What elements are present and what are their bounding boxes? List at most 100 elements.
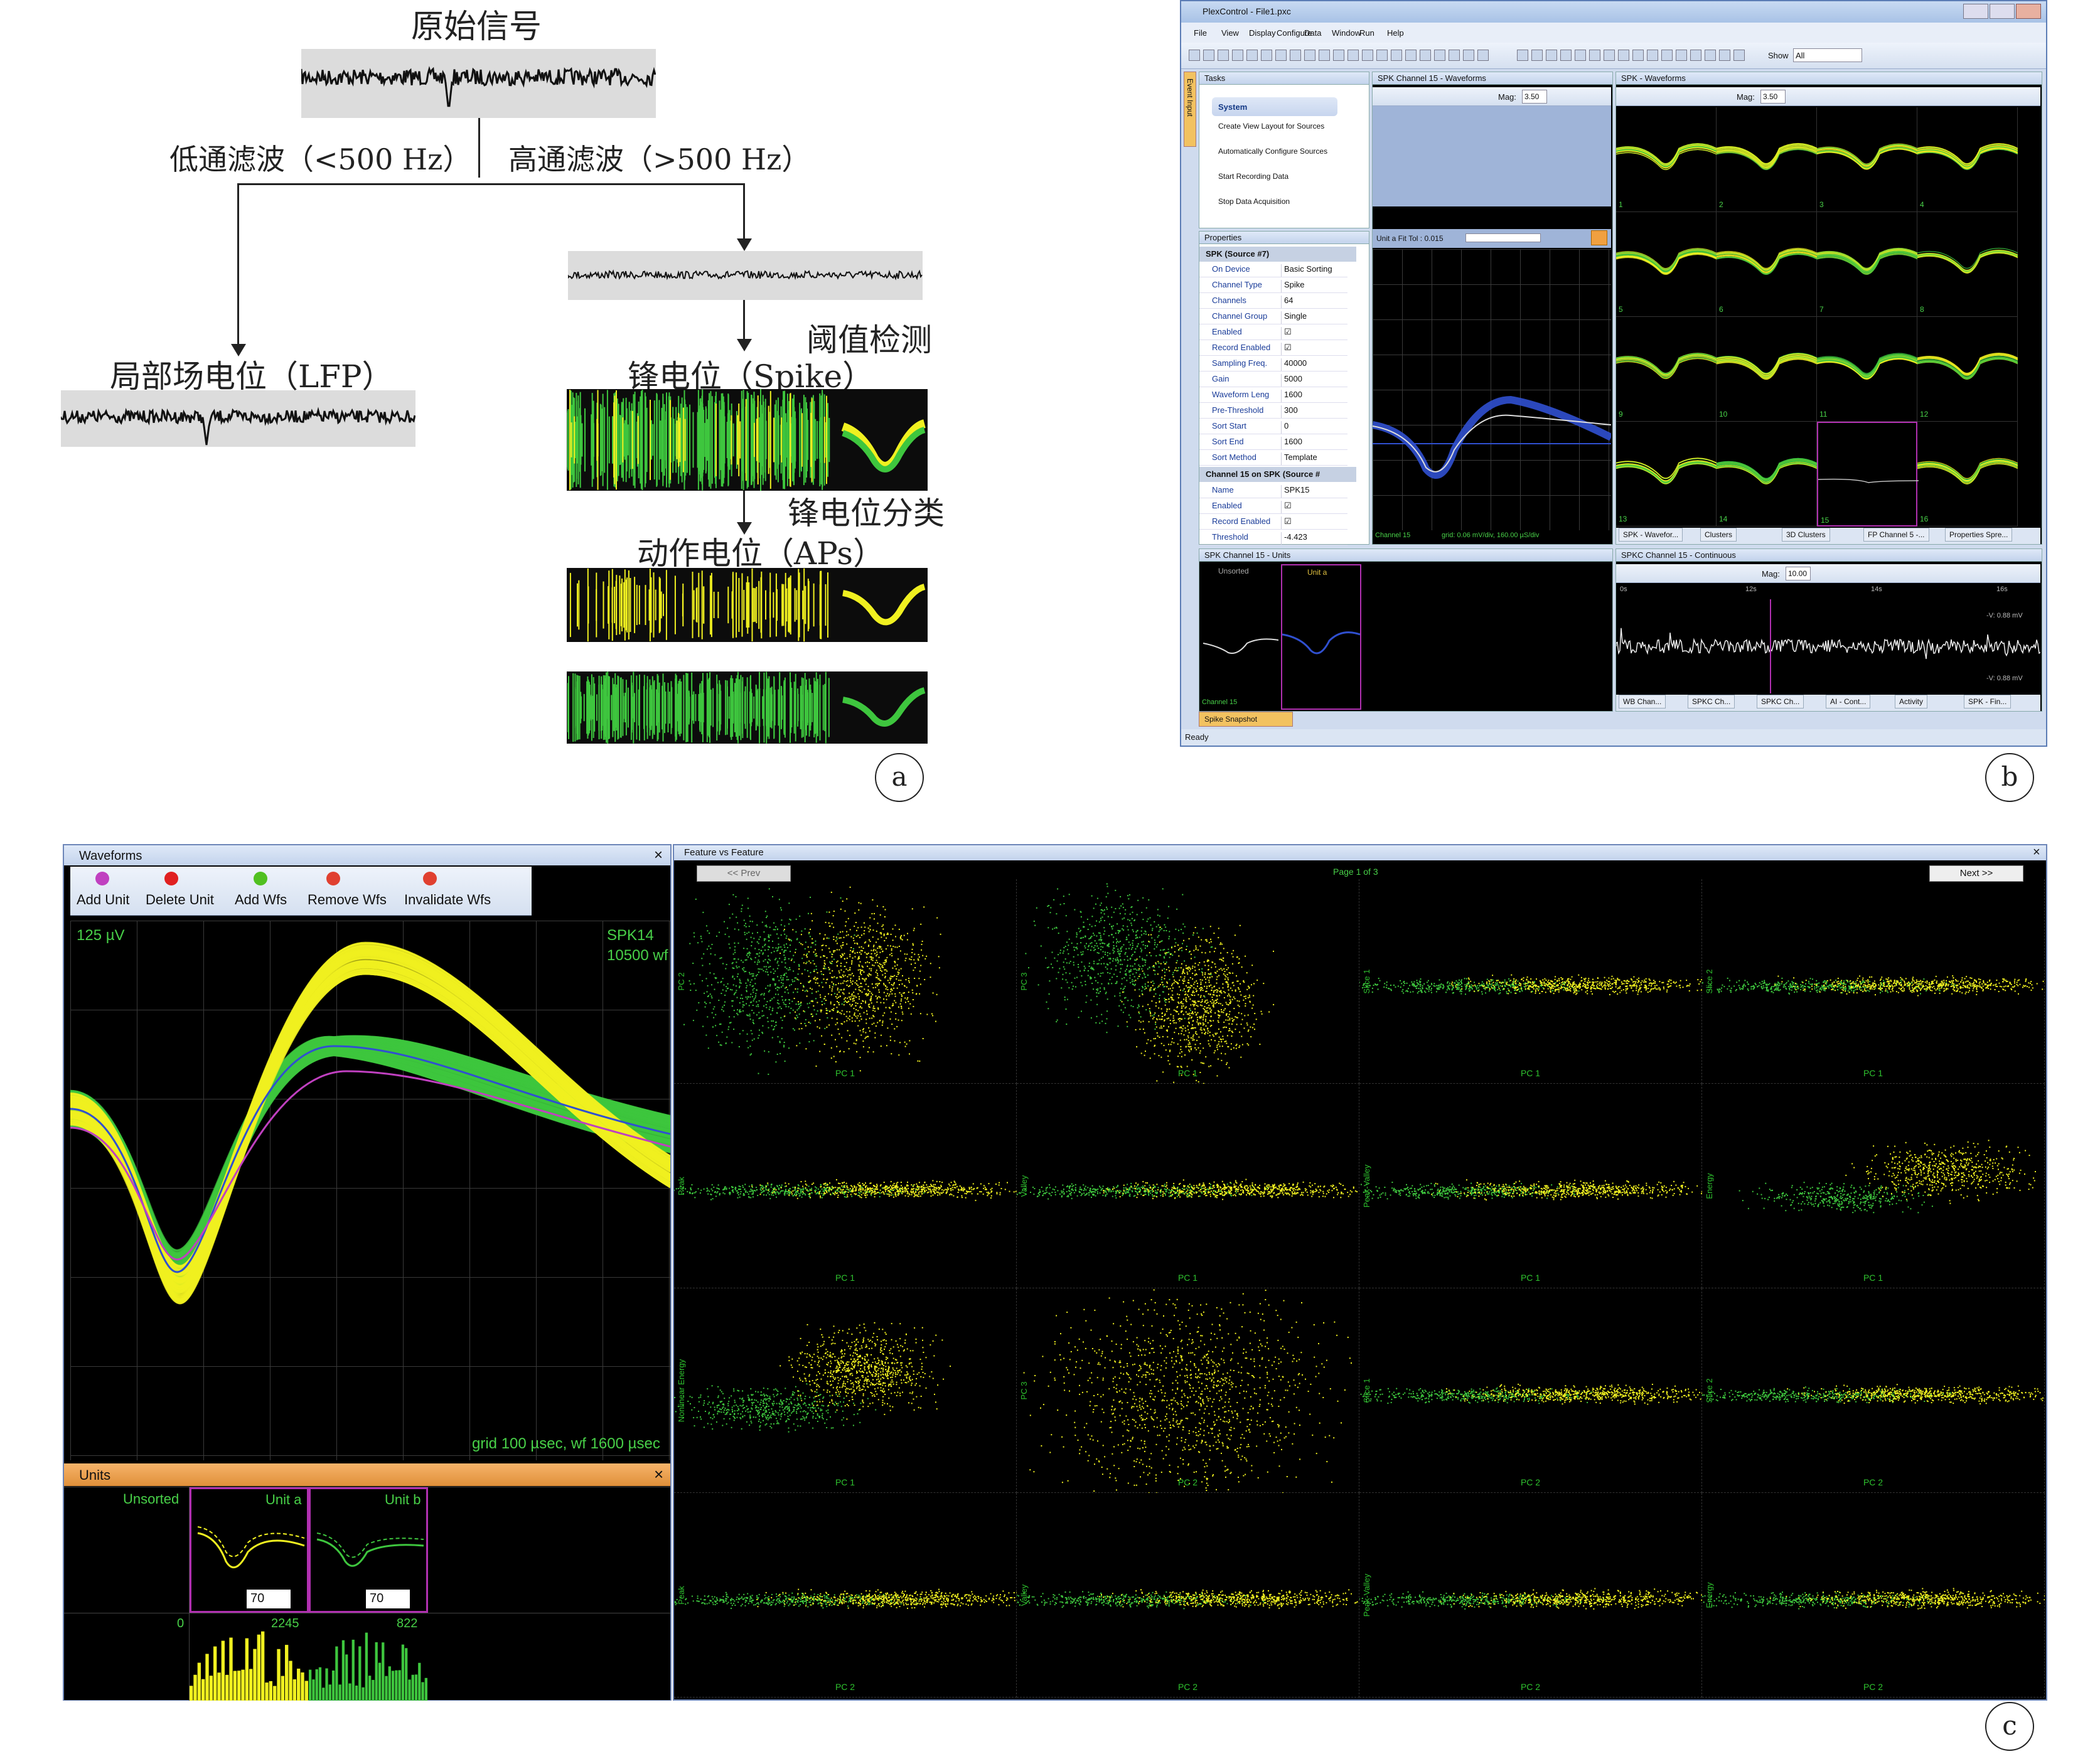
feature-plot[interactable]: PC 2 Slice 2: [1662, 1288, 2074, 1493]
toolbar-icon[interactable]: [1589, 50, 1600, 61]
menu-item-window[interactable]: Window: [1332, 28, 1361, 38]
property-value[interactable]: 1600: [1281, 390, 1302, 402]
menu-item-data[interactable]: Data: [1304, 28, 1321, 38]
toolbar-icon[interactable]: [1319, 50, 1330, 61]
toolbar-icon[interactable]: [326, 872, 340, 885]
toolbar-button-2[interactable]: Add Wfs: [235, 892, 287, 908]
close-button[interactable]: [2016, 4, 2041, 19]
bottom-tab[interactable]: SPK - Wavefor...: [1619, 528, 1683, 542]
close-icon[interactable]: ×: [654, 1465, 663, 1484]
toolbar-icon[interactable]: [1391, 50, 1402, 61]
waveform-plot[interactable]: 125 µV SPK14 10500 wf grid 100 µsec, wf …: [70, 921, 671, 1460]
property-value[interactable]: 64: [1281, 296, 1293, 308]
system-group[interactable]: System: [1212, 97, 1337, 116]
feature-plot[interactable]: PC 1 Valley: [980, 1084, 1398, 1288]
toolbar-icon[interactable]: [1647, 50, 1658, 61]
toolbar-icon[interactable]: [1560, 50, 1572, 61]
channel-cell[interactable]: 4: [1917, 107, 2018, 212]
toolbar-icon[interactable]: [1232, 50, 1243, 61]
channel-cell[interactable]: 12: [1917, 317, 2018, 422]
property-value[interactable]: ☑: [1281, 327, 1292, 340]
property-value[interactable]: Template: [1281, 452, 1317, 465]
toolbar-icon[interactable]: [1376, 50, 1388, 61]
mag-input[interactable]: 10.00: [1786, 567, 1811, 580]
feature-plot[interactable]: PC 2 Valley: [990, 1493, 1398, 1698]
menu-item-view[interactable]: View: [1221, 28, 1239, 38]
property-value[interactable]: 0: [1281, 421, 1288, 434]
menu-item-help[interactable]: Help: [1387, 28, 1404, 38]
toolbar-icon[interactable]: [1719, 50, 1730, 61]
minimize-button[interactable]: [1963, 4, 1988, 19]
bottom-tab[interactable]: SPK - Fin...: [1964, 695, 2012, 709]
property-value[interactable]: 5000: [1281, 374, 1302, 387]
feature-plot[interactable]: PC 1 PC 3: [1017, 869, 1359, 1092]
feature-plot[interactable]: PC 1 Nonlinear Energy: [674, 1288, 1017, 1493]
menu-item-file[interactable]: File: [1194, 28, 1207, 38]
toolbar-icon[interactable]: [1705, 50, 1716, 61]
unit-a-spinner[interactable]: 70: [247, 1590, 291, 1608]
channel-cell[interactable]: 13: [1615, 422, 1717, 527]
toolbar-icon[interactable]: [1632, 50, 1644, 61]
toolbar-icon[interactable]: [1362, 50, 1373, 61]
channel-cell[interactable]: 8: [1917, 212, 2018, 317]
channel-cell[interactable]: 10: [1716, 317, 1818, 422]
toolbar-icon[interactable]: [1347, 50, 1359, 61]
channel-cell[interactable]: 15: [1817, 422, 1919, 527]
task-item[interactable]: Start Recording Data: [1218, 173, 1331, 181]
channel-cell[interactable]: 7: [1816, 212, 1918, 317]
toolbar-icon[interactable]: [423, 872, 437, 885]
event-input-tab[interactable]: Event Input: [1184, 72, 1196, 147]
property-value[interactable]: Single: [1281, 311, 1307, 324]
feature-plot[interactable]: PC 2 Peak: [633, 1493, 1045, 1698]
toolbar-icon[interactable]: [1189, 50, 1200, 61]
toolbar-icon[interactable]: [1604, 50, 1615, 61]
channel-cell[interactable]: 14: [1716, 422, 1818, 527]
property-value[interactable]: 40000: [1281, 358, 1307, 371]
property-value[interactable]: -4.423: [1281, 532, 1307, 545]
property-value[interactable]: ☑: [1281, 501, 1292, 513]
task-item[interactable]: Create View Layout for Sources: [1218, 122, 1331, 131]
menu-item-run[interactable]: Run: [1359, 28, 1374, 38]
close-icon[interactable]: ×: [2033, 845, 2040, 860]
toolbar-button-1[interactable]: Delete Unit: [146, 892, 214, 908]
spike-snapshot-tab[interactable]: Spike Snapshot: [1199, 712, 1293, 727]
feature-plot[interactable]: PC 2 PC 3: [1008, 1278, 1359, 1526]
unit-a-cell[interactable]: Unit a: [1281, 564, 1361, 710]
mag-input[interactable]: 3.50: [1760, 90, 1786, 104]
show-select[interactable]: All: [1793, 48, 1862, 62]
channel-cell[interactable]: 1: [1615, 107, 1717, 212]
unit-b-spinner[interactable]: 70: [366, 1590, 410, 1608]
channel-cell[interactable]: 11: [1816, 317, 1918, 422]
channel-cell[interactable]: 3: [1816, 107, 1918, 212]
fit-tol-slider[interactable]: [1465, 233, 1541, 242]
channel-cell[interactable]: 9: [1615, 317, 1717, 422]
feature-plot[interactable]: PC 1 Peak-Valley: [1313, 1084, 1743, 1288]
toolbar-icon[interactable]: [1203, 50, 1214, 61]
bottom-tab[interactable]: SPKC Ch...: [1757, 695, 1804, 709]
toolbar-icon[interactable]: [95, 872, 109, 885]
bottom-tab[interactable]: Properties Spre...: [1945, 528, 2013, 542]
feature-plot[interactable]: PC 1 Peak: [640, 1084, 1048, 1288]
toolbar-icon[interactable]: [1661, 50, 1673, 61]
toolbar-icon[interactable]: [1690, 50, 1701, 61]
toolbar-icon[interactable]: [1304, 50, 1315, 61]
toolbar-icon[interactable]: [1261, 50, 1272, 61]
bottom-tab[interactable]: WB Chan...: [1619, 695, 1666, 709]
property-value[interactable]: Spike: [1281, 280, 1305, 292]
property-value[interactable]: 1600: [1281, 437, 1302, 449]
toolbar-icon[interactable]: [1575, 50, 1586, 61]
toolbar-icon[interactable]: [1449, 50, 1460, 61]
toolbar-icon[interactable]: [1676, 50, 1687, 61]
toolbar-icon[interactable]: [1463, 50, 1474, 61]
toolbar-icon[interactable]: [1618, 50, 1629, 61]
toolbar-icon[interactable]: [1420, 50, 1431, 61]
bottom-tab[interactable]: Activity: [1895, 695, 1928, 709]
toolbar-button-0[interactable]: Add Unit: [77, 892, 129, 908]
maximize-button[interactable]: [1990, 4, 2015, 19]
task-item[interactable]: Automatically Configure Sources: [1218, 147, 1331, 156]
toolbar-icon[interactable]: [254, 872, 267, 885]
channel-cell[interactable]: 16: [1917, 422, 2018, 527]
property-value[interactable]: Basic Sorting: [1281, 264, 1332, 277]
toolbar-button-4[interactable]: Invalidate Wfs: [404, 892, 491, 908]
bottom-tab[interactable]: AI - Cont...: [1826, 695, 1871, 709]
